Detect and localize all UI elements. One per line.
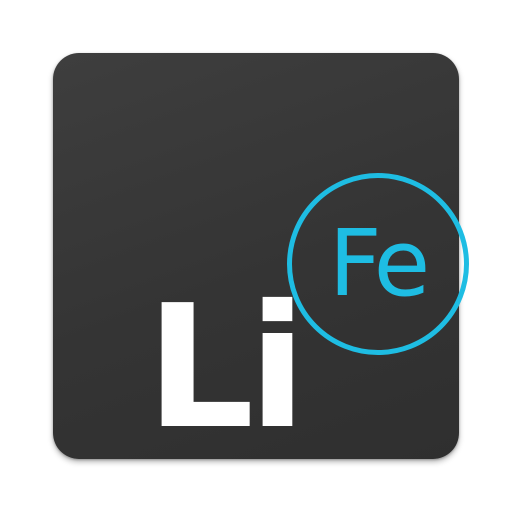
icon-stage: Fe Li xyxy=(0,0,512,512)
app-icon-tile[interactable]: Fe Li xyxy=(53,53,469,467)
fe-circle-badge: Fe xyxy=(287,173,469,355)
fe-element-symbol: Fe xyxy=(328,210,431,317)
li-element-symbol: Li xyxy=(146,269,307,467)
